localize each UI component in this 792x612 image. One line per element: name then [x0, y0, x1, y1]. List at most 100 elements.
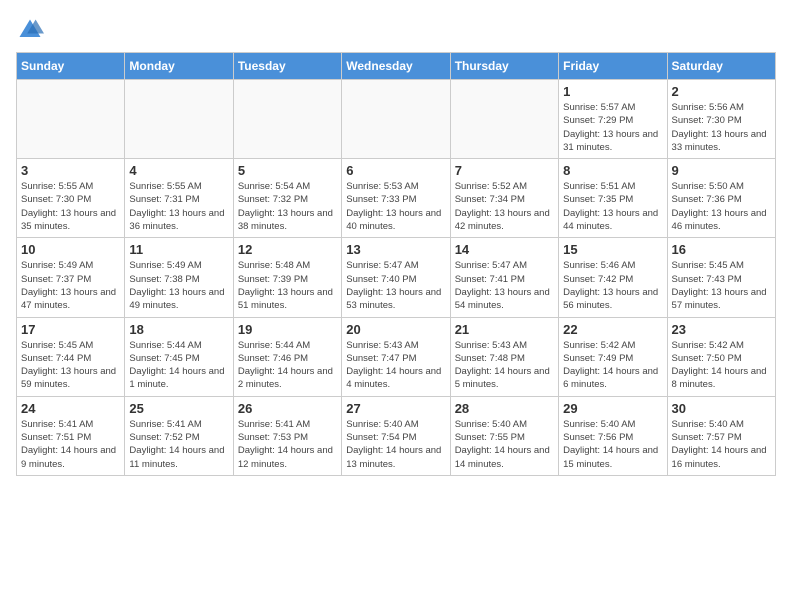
- day-number: 10: [21, 242, 120, 257]
- calendar-header-thursday: Thursday: [450, 53, 558, 80]
- day-info: Sunrise: 5:45 AM Sunset: 7:44 PM Dayligh…: [21, 339, 120, 392]
- day-number: 2: [672, 84, 771, 99]
- calendar-cell: 25 Sunrise: 5:41 AM Sunset: 7:52 PM Dayli…: [125, 396, 233, 475]
- day-number: 23: [672, 322, 771, 337]
- calendar-week-1: 1Sunrise: 5:57 AM Sunset: 7:29 PM Daylig…: [17, 80, 776, 159]
- calendar-cell: [233, 80, 341, 159]
- day-number: 17: [21, 322, 120, 337]
- calendar-cell: 13 Sunrise: 5:47 AM Sunset: 7:40 PM Dayli…: [342, 238, 450, 317]
- calendar-cell: 3 Sunrise: 5:55 AM Sunset: 7:30 PM Daylig…: [17, 159, 125, 238]
- day-info: Sunrise: 5:47 AM Sunset: 7:41 PM Dayligh…: [455, 259, 554, 312]
- day-number: 8: [563, 163, 662, 178]
- calendar-body: 1Sunrise: 5:57 AM Sunset: 7:29 PM Daylig…: [17, 80, 776, 476]
- day-info: Sunrise: 5:53 AM Sunset: 7:33 PM Dayligh…: [346, 180, 445, 233]
- calendar-week-3: 10Sunrise: 5:49 AM Sunset: 7:37 PM Dayli…: [17, 238, 776, 317]
- calendar-header-tuesday: Tuesday: [233, 53, 341, 80]
- day-info: Sunrise: 5:43 AM Sunset: 7:48 PM Dayligh…: [455, 339, 554, 392]
- day-number: 26: [238, 401, 337, 416]
- day-info: Sunrise: 5:43 AM Sunset: 7:47 PM Dayligh…: [346, 339, 445, 392]
- logo: [16, 16, 48, 44]
- day-number: 7: [455, 163, 554, 178]
- day-number: 5: [238, 163, 337, 178]
- calendar-cell: 2Sunrise: 5:56 AM Sunset: 7:30 PM Daylig…: [667, 80, 775, 159]
- day-info: Sunrise: 5:40 AM Sunset: 7:57 PM Dayligh…: [672, 418, 771, 471]
- calendar-cell: 8 Sunrise: 5:51 AM Sunset: 7:35 PM Daylig…: [559, 159, 667, 238]
- day-number: 22: [563, 322, 662, 337]
- day-number: 19: [238, 322, 337, 337]
- calendar-cell: 17 Sunrise: 5:45 AM Sunset: 7:44 PM Dayli…: [17, 317, 125, 396]
- day-info: Sunrise: 5:44 AM Sunset: 7:46 PM Dayligh…: [238, 339, 337, 392]
- day-info: Sunrise: 5:40 AM Sunset: 7:56 PM Dayligh…: [563, 418, 662, 471]
- day-number: 12: [238, 242, 337, 257]
- day-info: Sunrise: 5:40 AM Sunset: 7:55 PM Dayligh…: [455, 418, 554, 471]
- calendar-cell: 16Sunrise: 5:45 AM Sunset: 7:43 PM Dayli…: [667, 238, 775, 317]
- logo-icon: [16, 16, 44, 44]
- header: [16, 16, 776, 44]
- calendar-cell: 12 Sunrise: 5:48 AM Sunset: 7:39 PM Dayli…: [233, 238, 341, 317]
- day-info: Sunrise: 5:54 AM Sunset: 7:32 PM Dayligh…: [238, 180, 337, 233]
- day-info: Sunrise: 5:40 AM Sunset: 7:54 PM Dayligh…: [346, 418, 445, 471]
- calendar-header-wednesday: Wednesday: [342, 53, 450, 80]
- calendar-week-2: 3 Sunrise: 5:55 AM Sunset: 7:30 PM Daylig…: [17, 159, 776, 238]
- day-number: 11: [129, 242, 228, 257]
- day-number: 3: [21, 163, 120, 178]
- calendar-cell: 29 Sunrise: 5:40 AM Sunset: 7:56 PM Dayli…: [559, 396, 667, 475]
- day-info: Sunrise: 5:47 AM Sunset: 7:40 PM Dayligh…: [346, 259, 445, 312]
- day-info: Sunrise: 5:49 AM Sunset: 7:38 PM Dayligh…: [129, 259, 228, 312]
- calendar-cell: 26 Sunrise: 5:41 AM Sunset: 7:53 PM Dayli…: [233, 396, 341, 475]
- day-info: Sunrise: 5:50 AM Sunset: 7:36 PM Dayligh…: [672, 180, 771, 233]
- day-number: 29: [563, 401, 662, 416]
- calendar: SundayMondayTuesdayWednesdayThursdayFrid…: [16, 52, 776, 476]
- calendar-cell: [17, 80, 125, 159]
- calendar-header-friday: Friday: [559, 53, 667, 80]
- calendar-header-sunday: Sunday: [17, 53, 125, 80]
- calendar-cell: 21 Sunrise: 5:43 AM Sunset: 7:48 PM Dayli…: [450, 317, 558, 396]
- calendar-cell: 1Sunrise: 5:57 AM Sunset: 7:29 PM Daylig…: [559, 80, 667, 159]
- day-info: Sunrise: 5:48 AM Sunset: 7:39 PM Dayligh…: [238, 259, 337, 312]
- day-info: Sunrise: 5:41 AM Sunset: 7:51 PM Dayligh…: [21, 418, 120, 471]
- day-number: 4: [129, 163, 228, 178]
- calendar-header-saturday: Saturday: [667, 53, 775, 80]
- day-number: 6: [346, 163, 445, 178]
- calendar-cell: 7 Sunrise: 5:52 AM Sunset: 7:34 PM Daylig…: [450, 159, 558, 238]
- calendar-header-monday: Monday: [125, 53, 233, 80]
- calendar-cell: 24 Sunrise: 5:41 AM Sunset: 7:51 PM Dayli…: [17, 396, 125, 475]
- day-info: Sunrise: 5:55 AM Sunset: 7:31 PM Dayligh…: [129, 180, 228, 233]
- day-number: 21: [455, 322, 554, 337]
- day-number: 16: [672, 242, 771, 257]
- day-number: 9: [672, 163, 771, 178]
- day-number: 28: [455, 401, 554, 416]
- day-info: Sunrise: 5:51 AM Sunset: 7:35 PM Dayligh…: [563, 180, 662, 233]
- day-number: 13: [346, 242, 445, 257]
- calendar-cell: 9 Sunrise: 5:50 AM Sunset: 7:36 PM Daylig…: [667, 159, 775, 238]
- day-number: 18: [129, 322, 228, 337]
- day-number: 14: [455, 242, 554, 257]
- calendar-cell: [342, 80, 450, 159]
- day-number: 24: [21, 401, 120, 416]
- day-info: Sunrise: 5:55 AM Sunset: 7:30 PM Dayligh…: [21, 180, 120, 233]
- day-info: Sunrise: 5:42 AM Sunset: 7:50 PM Dayligh…: [672, 339, 771, 392]
- calendar-cell: 22Sunrise: 5:42 AM Sunset: 7:49 PM Dayli…: [559, 317, 667, 396]
- day-info: Sunrise: 5:44 AM Sunset: 7:45 PM Dayligh…: [129, 339, 228, 392]
- calendar-cell: [125, 80, 233, 159]
- calendar-cell: 20 Sunrise: 5:43 AM Sunset: 7:47 PM Dayli…: [342, 317, 450, 396]
- day-number: 30: [672, 401, 771, 416]
- calendar-cell: 15Sunrise: 5:46 AM Sunset: 7:42 PM Dayli…: [559, 238, 667, 317]
- calendar-cell: 18 Sunrise: 5:44 AM Sunset: 7:45 PM Dayli…: [125, 317, 233, 396]
- day-info: Sunrise: 5:52 AM Sunset: 7:34 PM Dayligh…: [455, 180, 554, 233]
- calendar-cell: [450, 80, 558, 159]
- calendar-cell: 11 Sunrise: 5:49 AM Sunset: 7:38 PM Dayli…: [125, 238, 233, 317]
- calendar-cell: 6 Sunrise: 5:53 AM Sunset: 7:33 PM Daylig…: [342, 159, 450, 238]
- day-number: 1: [563, 84, 662, 99]
- day-number: 20: [346, 322, 445, 337]
- calendar-week-4: 17 Sunrise: 5:45 AM Sunset: 7:44 PM Dayli…: [17, 317, 776, 396]
- day-number: 25: [129, 401, 228, 416]
- calendar-header-row: SundayMondayTuesdayWednesdayThursdayFrid…: [17, 53, 776, 80]
- day-info: Sunrise: 5:46 AM Sunset: 7:42 PM Dayligh…: [563, 259, 662, 312]
- calendar-cell: 19 Sunrise: 5:44 AM Sunset: 7:46 PM Dayli…: [233, 317, 341, 396]
- day-info: Sunrise: 5:41 AM Sunset: 7:53 PM Dayligh…: [238, 418, 337, 471]
- day-number: 27: [346, 401, 445, 416]
- day-info: Sunrise: 5:41 AM Sunset: 7:52 PM Dayligh…: [129, 418, 228, 471]
- calendar-cell: 27 Sunrise: 5:40 AM Sunset: 7:54 PM Dayli…: [342, 396, 450, 475]
- calendar-cell: 30 Sunrise: 5:40 AM Sunset: 7:57 PM Dayli…: [667, 396, 775, 475]
